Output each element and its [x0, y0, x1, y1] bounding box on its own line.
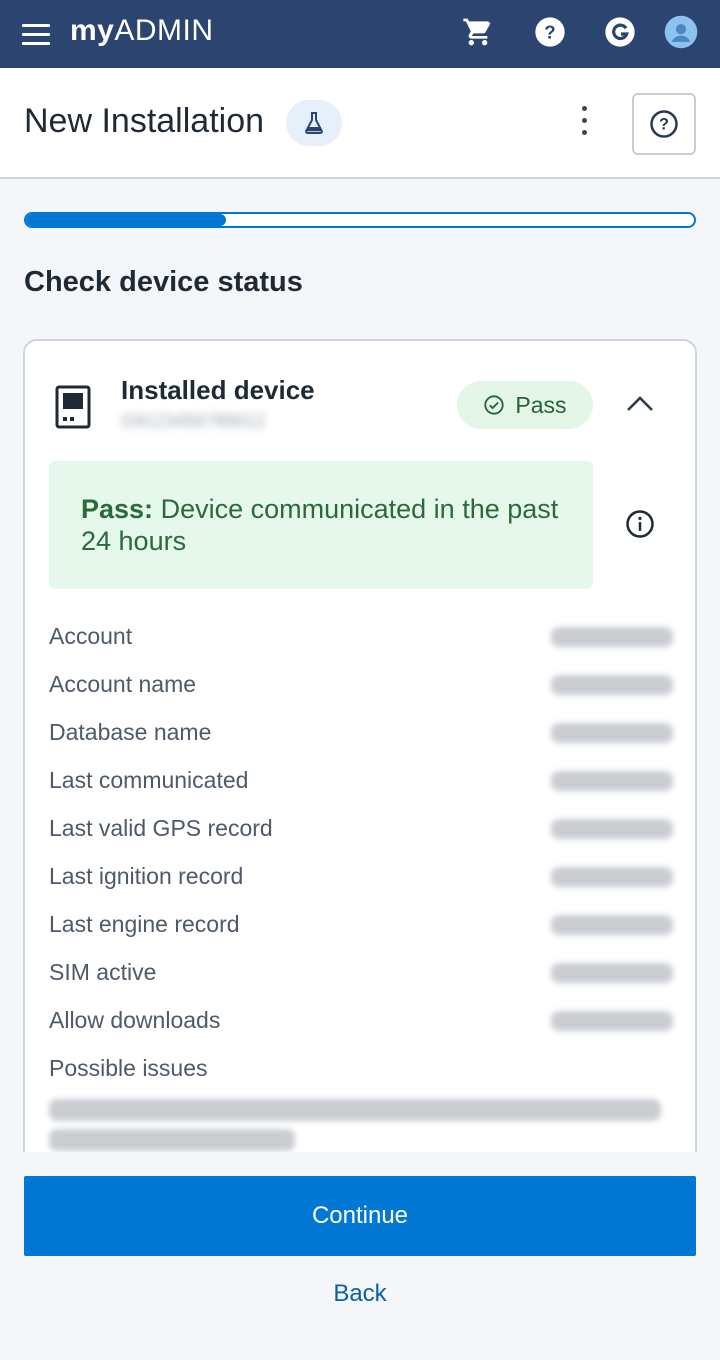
- back-link[interactable]: Back: [0, 1280, 720, 1308]
- app-bar: myADMIN ?: [0, 0, 720, 68]
- redacted-value: [551, 867, 673, 887]
- detail-row: Account name: [49, 665, 675, 705]
- detail-row: Last engine record: [49, 905, 675, 945]
- detail-label: Account: [49, 623, 133, 649]
- redacted-value: [551, 963, 673, 983]
- redacted-value: [551, 627, 673, 647]
- detail-label: Last communicated: [49, 767, 249, 793]
- chevron-up-icon[interactable]: [623, 389, 657, 419]
- detail-label: Last valid GPS record: [49, 815, 273, 841]
- g-brand-icon[interactable]: [602, 14, 638, 50]
- progress-bar: [24, 212, 696, 228]
- detail-label: SIM active: [49, 959, 157, 985]
- detail-label: Account name: [49, 671, 197, 697]
- redacted-value: [551, 819, 673, 839]
- detail-row: Last valid GPS record: [49, 809, 675, 849]
- detail-label: Possible issues: [49, 1055, 208, 1081]
- detail-row: Account: [49, 617, 675, 657]
- page-title: New Installation: [24, 102, 265, 140]
- section-title: Check device status: [24, 266, 303, 298]
- cart-icon[interactable]: [460, 14, 496, 50]
- more-options-icon[interactable]: [570, 106, 598, 142]
- info-icon[interactable]: [625, 509, 659, 543]
- menu-icon[interactable]: [22, 24, 50, 46]
- detail-row: Last communicated: [49, 761, 675, 801]
- help-circle-icon[interactable]: ?: [532, 14, 568, 50]
- redacted-value: [551, 771, 673, 791]
- help-button[interactable]: ?: [632, 93, 696, 155]
- svg-text:?: ?: [544, 22, 555, 43]
- flask-icon: [286, 100, 342, 146]
- detail-row: Possible issues: [49, 1049, 675, 1089]
- detail-label: Last engine record: [49, 911, 240, 937]
- redacted-value: [551, 675, 673, 695]
- status-badge: Pass: [457, 381, 593, 429]
- progress-fill: [26, 214, 227, 226]
- user-avatar-icon[interactable]: [663, 14, 699, 50]
- check-circle-icon: [484, 395, 505, 415]
- question-circle-icon: ?: [650, 110, 678, 138]
- redacted-issues-line: [49, 1129, 295, 1151]
- myadmin-logo[interactable]: myADMIN: [70, 14, 214, 48]
- device-serial: G9123456789012: [121, 411, 266, 431]
- detail-label: Last ignition record: [49, 863, 244, 889]
- svg-text:?: ?: [659, 116, 669, 134]
- detail-label: Database name: [49, 719, 212, 745]
- detail-label: Allow downloads: [49, 1007, 221, 1033]
- pass-banner: Pass: Device communicated in the past 24…: [49, 461, 593, 589]
- detail-row: Database name: [49, 713, 675, 753]
- detail-row: Last ignition record: [49, 857, 675, 897]
- device-card: Installed device G9123456789012 Pass Pas…: [23, 339, 697, 1179]
- redacted-issues-line: [49, 1099, 661, 1121]
- page-header: New Installation ?: [0, 68, 720, 179]
- redacted-value: [551, 723, 673, 743]
- detail-row: SIM active: [49, 953, 675, 993]
- redacted-value: [551, 915, 673, 935]
- device-title: Installed device: [121, 375, 315, 405]
- status-label: Pass: [515, 391, 567, 418]
- device-icon: [55, 385, 91, 429]
- redacted-value: [551, 1011, 673, 1031]
- continue-button[interactable]: Continue: [24, 1176, 696, 1256]
- detail-row: Allow downloads: [49, 1001, 675, 1041]
- banner-text: Device communicated in the past 24 hours: [81, 494, 559, 556]
- banner-prefix: Pass:: [81, 494, 154, 524]
